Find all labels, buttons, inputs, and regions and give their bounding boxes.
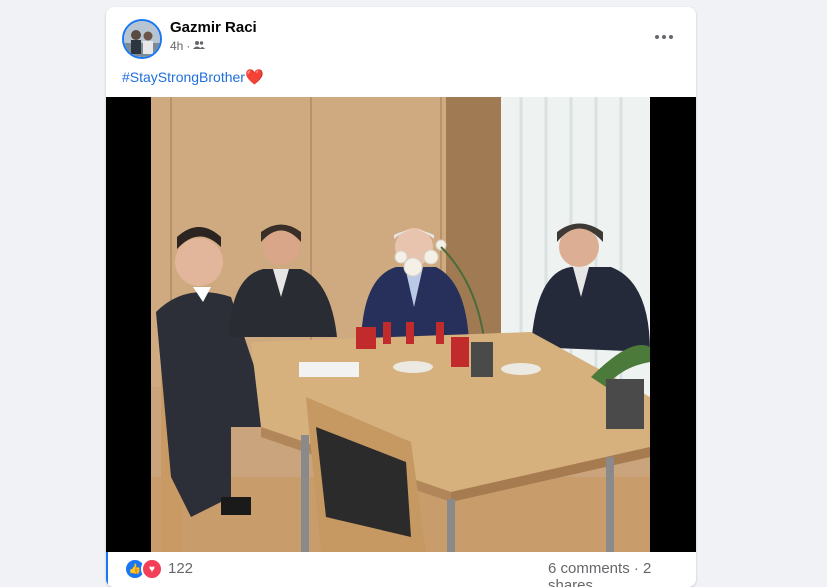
reaction-count[interactable]: 122 <box>168 560 193 577</box>
post-card: Gazmir Raci 4h · #StayStrongBrother❤️ 👍 … <box>106 7 696 587</box>
post-photo-container[interactable] <box>106 97 696 552</box>
friends-icon[interactable] <box>193 39 206 53</box>
comments-shares-count[interactable]: 6 comments · 2 shares <box>548 560 696 587</box>
meta-separator: · <box>186 39 191 53</box>
post-photo[interactable] <box>151 97 650 552</box>
reaction-icons[interactable]: 👍 ♥ <box>124 558 163 580</box>
post-footer: 👍 ♥ 122 6 comments · 2 shares <box>106 552 696 587</box>
more-options-icon[interactable] <box>652 27 676 47</box>
heart-emoji: ❤️ <box>244 69 264 86</box>
author-avatar[interactable] <box>122 19 162 59</box>
post-meta: 4h · <box>170 39 206 53</box>
author-name[interactable]: Gazmir Raci <box>170 19 257 36</box>
hashtag-link[interactable]: #StayStrongBrother <box>122 69 245 85</box>
post-time[interactable]: 4h <box>170 39 183 53</box>
post-text: #StayStrongBrother❤️ <box>122 68 264 86</box>
love-reaction-icon: ♥ <box>141 558 163 580</box>
